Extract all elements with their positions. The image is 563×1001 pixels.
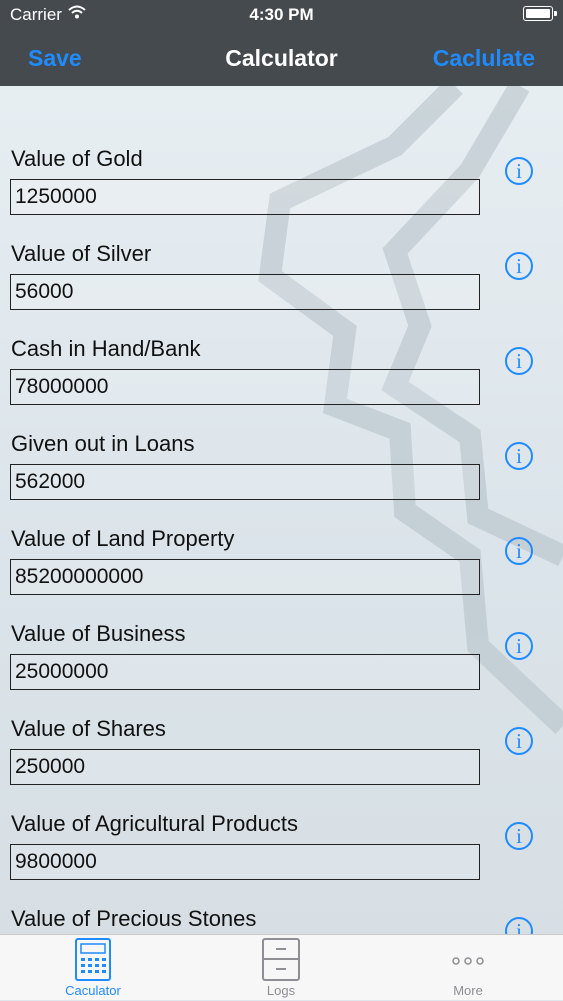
shares-field: Value of Shares i (0, 716, 563, 811)
field-label: Value of Silver (11, 241, 152, 266)
tab-more[interactable]: More (408, 935, 528, 1001)
info-icon[interactable]: i (505, 347, 533, 375)
info-icon[interactable]: i (505, 157, 533, 185)
tab-calculator[interactable]: Caculator (33, 935, 153, 1001)
field-label: Value of Precious Stones (11, 906, 257, 931)
silver-field: Value of Silver i (0, 241, 563, 336)
info-icon[interactable]: i (505, 442, 533, 470)
field-label: Value of Gold (11, 146, 143, 171)
field-label: Cash in Hand/Bank (11, 336, 201, 361)
info-icon[interactable]: i (505, 632, 533, 660)
tab-bar: Caculator Logs More (0, 934, 563, 1000)
more-dots-icon (452, 957, 484, 965)
top-bar: Carrier 4:30 PM Save Calculator Caclulat… (0, 0, 563, 86)
precious-stones-field: Value of Precious Stones i (0, 906, 563, 934)
business-value-input[interactable] (10, 654, 480, 690)
info-icon[interactable]: i (505, 822, 533, 850)
business-field: Value of Business i (0, 621, 563, 716)
navigation-bar: Save Calculator Caclulate (0, 30, 563, 86)
silver-value-input[interactable] (10, 274, 480, 310)
gold-value-input[interactable] (10, 179, 480, 215)
info-icon[interactable]: i (505, 537, 533, 565)
calculate-button[interactable]: Caclulate (433, 45, 535, 72)
field-label: Value of Agricultural Products (11, 811, 298, 836)
field-label: Given out in Loans (11, 431, 195, 456)
file-cabinet-icon (262, 938, 300, 981)
tab-label: Caculator (65, 983, 121, 998)
status-bar: Carrier 4:30 PM (0, 0, 563, 30)
field-label: Value of Shares (11, 716, 166, 741)
tab-label: More (453, 983, 483, 998)
land-property-field: Value of Land Property i (0, 526, 563, 621)
agricultural-field: Value of Agricultural Products i (0, 811, 563, 906)
gold-field: Value of Gold i (0, 146, 563, 241)
tab-label: Logs (266, 983, 296, 998)
tab-logs[interactable]: Logs (221, 935, 341, 1001)
info-icon[interactable]: i (505, 727, 533, 755)
land-property-value-input[interactable] (10, 559, 480, 595)
calculator-icon (75, 938, 111, 981)
cash-field: Cash in Hand/Bank i (0, 336, 563, 431)
field-label: Value of Business (11, 621, 186, 646)
calculator-form[interactable]: Value of Gold i Value of Silver i Cash i… (0, 86, 563, 934)
cash-value-input[interactable] (10, 369, 480, 405)
battery-icon (523, 6, 557, 21)
info-icon[interactable]: i (505, 917, 533, 934)
agricultural-value-input[interactable] (10, 844, 480, 880)
loans-value-input[interactable] (10, 464, 480, 500)
field-label: Value of Land Property (11, 526, 235, 551)
loans-field: Given out in Loans i (0, 431, 563, 526)
shares-value-input[interactable] (10, 749, 480, 785)
status-time: 4:30 PM (249, 5, 314, 24)
info-icon[interactable]: i (505, 252, 533, 280)
